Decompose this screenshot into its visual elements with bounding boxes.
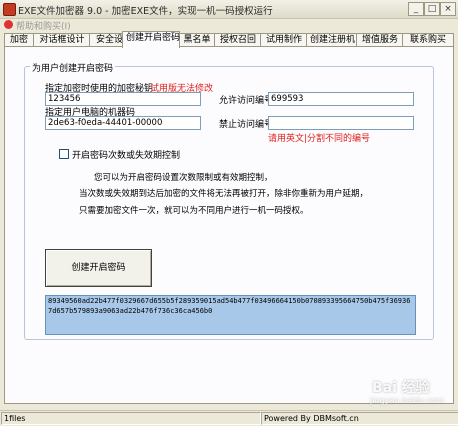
tab-keygen[interactable]: 创建注册机: [306, 33, 358, 47]
encryption-key-field[interactable]: [45, 92, 201, 106]
status-files: 1files: [1, 412, 261, 425]
window-title: EXE文件加密器 9.0 - 加密EXE文件，实现一机一码授权运行: [18, 6, 273, 17]
maximize-button[interactable]: □: [424, 2, 440, 16]
allow-id-field[interactable]: [268, 92, 414, 106]
info-line-3: 只需要加密文件一次，就可以为不同用户进行一机一码授权。: [79, 206, 309, 216]
machine-code-field[interactable]: [45, 116, 201, 130]
tab-dialog-design[interactable]: 对话框设计: [33, 33, 91, 47]
tab-trial[interactable]: 试用制作: [260, 33, 308, 47]
deny-id-field[interactable]: [268, 116, 414, 130]
password-output[interactable]: 89349560ad22b477f0329667d655b5f289359015…: [45, 295, 416, 335]
create-password-button[interactable]: 创建开启密码: [45, 249, 152, 287]
info-line-1: 您可以为开启密码设置次数限制或有效期控制，: [94, 173, 273, 183]
tab-contact-buy[interactable]: 联系购买: [402, 33, 454, 47]
menu-help-buy[interactable]: 帮助和购买(I): [16, 19, 71, 32]
tab-blacklist[interactable]: 黑名单: [178, 33, 216, 47]
tab-create-password[interactable]: 创建开启密码: [122, 31, 180, 48]
tab-value-added[interactable]: 增值服务: [356, 33, 404, 47]
status-powered-by: Powered By DBMsoft.cn: [261, 412, 458, 425]
tab-encrypt[interactable]: 加密: [4, 33, 34, 47]
limit-checkbox[interactable]: [59, 149, 69, 159]
tab-revoke[interactable]: 授权召回: [214, 33, 262, 47]
allow-id-label: 允许访问编号: [219, 96, 274, 106]
deny-id-hint: 请用英文|分割不同的编号: [268, 134, 371, 144]
close-button[interactable]: ×: [440, 2, 456, 16]
limit-checkbox-label: 开启密码次数或失效期控制: [72, 151, 181, 161]
watermark-url: jingyan.baidu.com: [370, 396, 444, 405]
minimize-button[interactable]: _: [408, 2, 424, 16]
deny-id-label: 禁止访问编号: [219, 120, 274, 130]
group-title: 为用户创建开启密码: [30, 61, 116, 74]
watermark-logo: Bai 经验: [372, 380, 430, 396]
app-icon: [3, 3, 16, 16]
help-icon: [4, 20, 13, 29]
info-line-2: 当次数或失效期到达后加密的文件将无法再被打开，除非你重新为用户延期，: [79, 189, 369, 199]
